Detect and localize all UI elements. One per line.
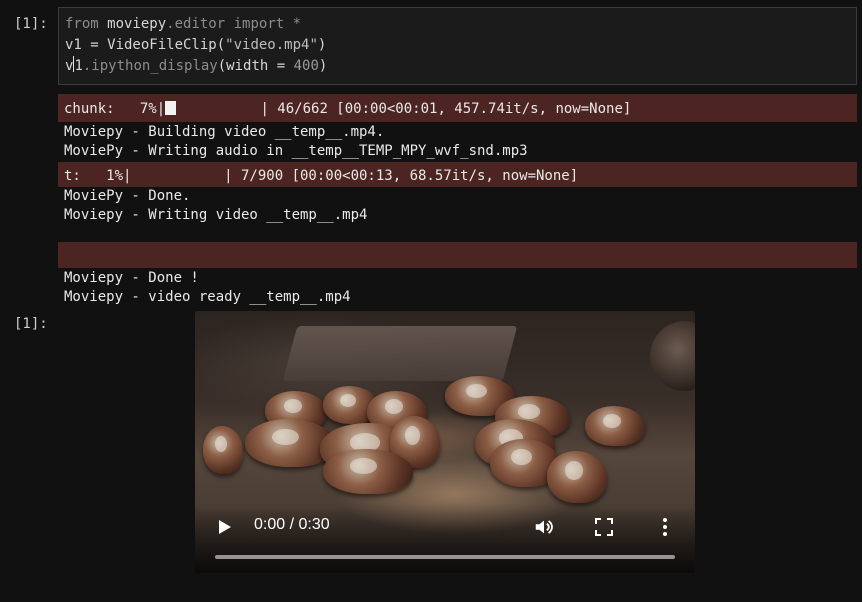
video-frame-board <box>282 326 518 381</box>
t-progress-bar: t: 1%| | 7/900 [00:00<00:13, 68.57it/s, … <box>58 162 857 187</box>
method-name: .ipython_display <box>82 58 218 74</box>
output-line: Moviepy - Done ! <box>64 270 199 286</box>
volume-icon[interactable] <box>533 516 555 538</box>
video-frame-pot <box>650 321 695 391</box>
chunk-progress-suffix: | 46/662 [00:00<00:01, 457.74it/s, now=N… <box>176 101 632 117</box>
code-line-2: v1 = VideoFileClip("video.mp4") <box>65 35 326 56</box>
var-part-b: 1 <box>74 58 83 74</box>
video-frame-bird <box>547 451 607 503</box>
var-part-a: v <box>65 58 74 74</box>
code-line-1: from moviepy.editor import * <box>65 14 301 35</box>
close-paren: ) <box>317 37 327 53</box>
string-literal: "video.mp4" <box>225 37 318 53</box>
number-literal: 400 <box>293 58 319 74</box>
output-line: Moviepy - Writing video __temp__.mp4 <box>64 207 368 223</box>
video-progress-bar <box>58 242 857 268</box>
output-line: Moviepy - video ready __temp__.mp4 <box>64 289 351 305</box>
chunk-progress-prefix: chunk: 7%| <box>64 101 166 117</box>
more-options-icon[interactable] <box>655 517 675 537</box>
video-frame-bird <box>585 406 645 446</box>
assignment: v1 = VideoFileClip( <box>65 37 226 53</box>
video-frame-bird <box>203 426 243 474</box>
video-player[interactable]: 0:00 / 0:30 <box>195 311 695 573</box>
video-time: 0:00 / 0:30 <box>254 516 330 533</box>
submodule-name: .editor <box>166 16 226 32</box>
seek-bar[interactable] <box>215 555 675 559</box>
import-star: * <box>284 16 302 32</box>
code-line-3: v1.ipython_display(width = 400) <box>65 56 327 77</box>
controls-overlay <box>195 503 695 573</box>
t-progress-text: t: 1%| | 7/900 [00:00<00:13, 68.57it/s, … <box>64 168 579 184</box>
input-prompt: [1]: <box>14 16 48 32</box>
chunk-progress-bar: chunk: 7%| | 46/662 [00:00<00:01, 457.74… <box>58 94 857 122</box>
output-prompt: [1]: <box>14 316 48 332</box>
keyword-from: from <box>65 16 99 32</box>
output-line: Moviepy - Building video __temp__.mp4. <box>64 124 385 140</box>
call-args: (width = <box>217 58 294 74</box>
keyword-import: import <box>225 16 285 32</box>
fullscreen-icon[interactable] <box>595 518 613 536</box>
output-line: MoviePy - Done. <box>64 188 191 204</box>
call-close: ) <box>318 58 328 74</box>
play-icon[interactable] <box>219 520 231 534</box>
progress-block <box>165 101 177 115</box>
output-line: MoviePy - Writing audio in __temp__TEMP_… <box>64 143 528 159</box>
video-frame-bird <box>323 449 413 494</box>
code-cell[interactable]: from moviepy.editor import * v1 = VideoF… <box>58 7 857 85</box>
module-name: moviepy <box>98 16 167 32</box>
